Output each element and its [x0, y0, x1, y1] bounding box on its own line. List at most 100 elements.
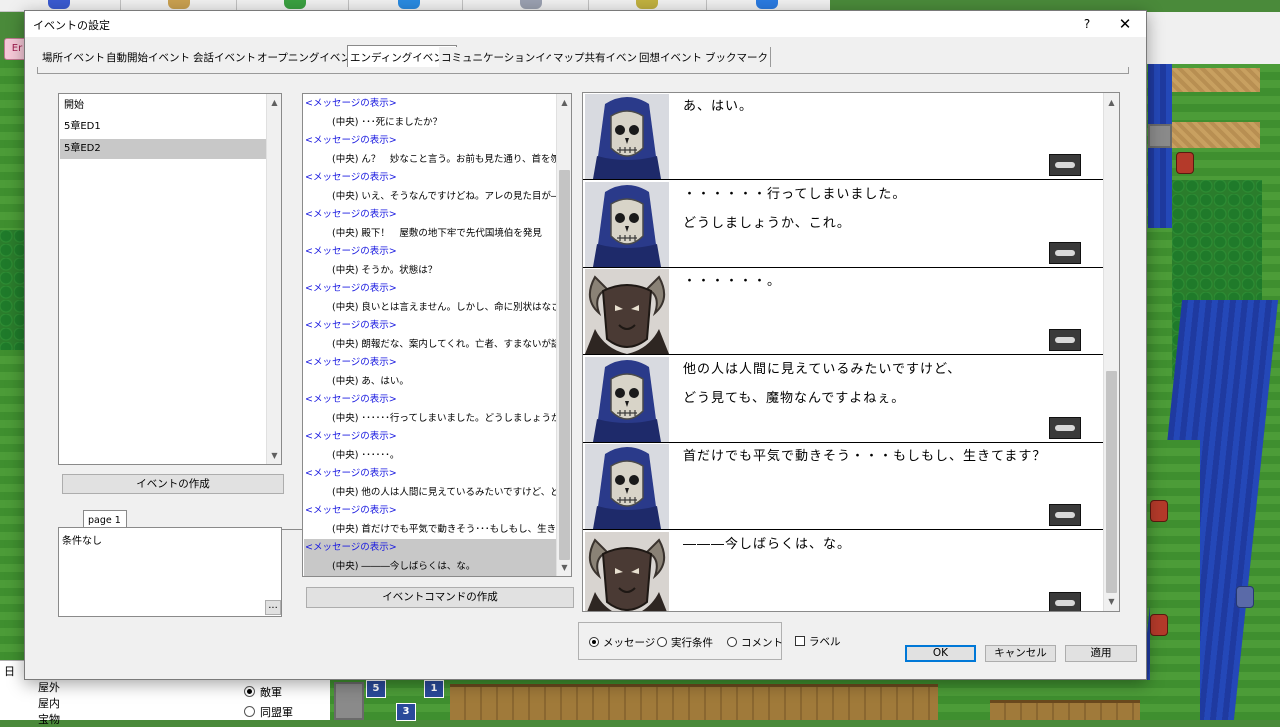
- ok-button[interactable]: OK: [905, 645, 976, 662]
- scrollbar-thumb[interactable]: [1106, 371, 1117, 593]
- command-line[interactable]: (中央) 殿下！ 屋敷の地下牢で先代国境伯を発見: [304, 225, 558, 244]
- toolbar-icon[interactable]: [398, 0, 420, 9]
- message-next-button[interactable]: [1049, 154, 1081, 176]
- command-line[interactable]: (中央) あ、はい。: [304, 373, 558, 392]
- command-line[interactable]: (中央) 首だけでも平気で動きそう･･･もしもし、生きて(: [304, 521, 558, 540]
- preview-scrollbar[interactable]: ▲ ▼: [1103, 93, 1119, 611]
- toolbar-icon[interactable]: [636, 0, 658, 9]
- side-radio-enemy[interactable]: [244, 686, 255, 697]
- side-radio-ally[interactable]: [244, 706, 255, 717]
- toolbar-icon[interactable]: [284, 0, 306, 9]
- preview-message: 首だけでも平気で動きそう・・・もしもし、生きてます？: [583, 443, 1104, 530]
- command-header[interactable]: <メッセージの表示>: [304, 502, 558, 521]
- radio-dot: [727, 637, 737, 647]
- command-header[interactable]: <メッセージの表示>: [304, 169, 558, 188]
- command-line[interactable]: (中央) 他の人は人間に見えているみたいですけど、ど: [304, 484, 558, 503]
- condition-box: 条件なし: [58, 527, 282, 617]
- message-next-button[interactable]: [1049, 241, 1081, 264]
- command-list-scrollbar[interactable]: ▲ ▼: [556, 94, 571, 576]
- command-line[interactable]: (中央) そうか。状態は？: [304, 262, 558, 281]
- command-header[interactable]: <メッセージの表示>: [304, 465, 558, 484]
- close-icon[interactable]: ✕: [1113, 12, 1137, 36]
- scroll-down-icon[interactable]: ▼: [267, 448, 281, 463]
- event-command-list: <メッセージの表示> (中央) ･･･死にましたか？ <メッセージの表示> (中央) …: [302, 93, 572, 577]
- tab-talk-event[interactable]: 会話イベント: [191, 47, 259, 69]
- horned-beast-face-icon: [585, 269, 669, 354]
- apply-button[interactable]: 適用: [1065, 645, 1137, 662]
- event-list-item[interactable]: 5章ED1: [60, 117, 266, 137]
- command-line[interactable]: (中央) いえ、そうなんですけどね。アレの見た目が――: [304, 188, 558, 207]
- tab-recollection-event[interactable]: 回想イベント: [637, 47, 705, 69]
- scroll-up-icon[interactable]: ▲: [1104, 95, 1119, 110]
- mode-radio-condition[interactable]: 実行条件: [657, 635, 713, 650]
- label-checkbox[interactable]: ラベル: [795, 634, 841, 649]
- tree-node[interactable]: 屋内: [38, 695, 60, 711]
- command-line[interactable]: (中央) 良いとは言えません。しかし、命に別状はなさそ: [304, 299, 558, 318]
- event-list-item[interactable]: 開始: [60, 96, 266, 116]
- toolbar-icon[interactable]: [756, 0, 778, 9]
- radio-dot: [657, 637, 667, 647]
- message-next-button[interactable]: [1049, 591, 1081, 611]
- message-text: ・・・・・・行ってしまいました。: [683, 186, 907, 202]
- event-list-item-selected[interactable]: 5章ED2: [60, 139, 266, 159]
- create-event-button[interactable]: イベントの作成: [62, 474, 284, 494]
- tab-map-shared-event[interactable]: マップ共有イベント: [551, 47, 651, 69]
- command-header[interactable]: <メッセージの表示>: [304, 539, 558, 558]
- command-header[interactable]: <メッセージの表示>: [304, 206, 558, 225]
- event-list-scrollbar[interactable]: ▲ ▼: [266, 94, 281, 464]
- command-header[interactable]: <メッセージの表示>: [304, 428, 558, 447]
- preview-message: ・・・・・・。: [583, 268, 1104, 355]
- command-header[interactable]: <メッセージの表示>: [304, 243, 558, 262]
- command-header[interactable]: <メッセージの表示>: [304, 132, 558, 151]
- preview-message: ・・・・・・行ってしまいました。 どうしましょうか、これ。: [583, 181, 1104, 268]
- toolbar-icon[interactable]: [48, 0, 70, 9]
- mode-radio-message[interactable]: メッセージ: [589, 635, 655, 650]
- map-marker[interactable]: 5: [366, 680, 386, 698]
- message-next-button[interactable]: [1049, 416, 1081, 439]
- face-portrait: [585, 181, 669, 267]
- command-header[interactable]: <メッセージの表示>: [304, 95, 558, 114]
- tab-bookmark[interactable]: ブックマーク: [703, 47, 771, 69]
- mode-radio-comment[interactable]: コメント: [727, 635, 783, 650]
- command-header[interactable]: <メッセージの表示>: [304, 317, 558, 336]
- tab-auto-start-event[interactable]: 自動開始イベント: [104, 47, 193, 69]
- checkbox-box: [795, 636, 805, 646]
- map-unit-enemy[interactable]: [1176, 152, 1194, 174]
- command-line[interactable]: (中央) ―――今しばらくは、な。: [304, 557, 558, 576]
- condition-edit-button[interactable]: ...: [265, 600, 281, 615]
- map-unit-enemy[interactable]: [1150, 614, 1168, 636]
- scrollbar-thumb[interactable]: [559, 170, 570, 560]
- command-line[interactable]: (中央) ･･････。: [304, 447, 558, 466]
- tab-location-event[interactable]: 場所イベント: [40, 47, 108, 69]
- skull-hood-face-icon: [585, 356, 669, 442]
- command-line[interactable]: (中央) ･･･死にましたか？: [304, 114, 558, 133]
- scroll-up-icon[interactable]: ▲: [557, 95, 571, 110]
- map-grass: [1150, 440, 1200, 720]
- scroll-down-icon[interactable]: ▼: [557, 560, 571, 575]
- tree-node[interactable]: 日: [4, 663, 15, 679]
- cancel-button[interactable]: キャンセル: [985, 645, 1056, 662]
- message-next-button[interactable]: [1049, 329, 1081, 351]
- help-icon[interactable]: ?: [1077, 12, 1097, 36]
- map-marker[interactable]: 1: [424, 680, 444, 698]
- map-marker[interactable]: 3: [396, 703, 416, 721]
- scroll-up-icon[interactable]: ▲: [267, 95, 281, 110]
- command-header[interactable]: <メッセージの表示>: [304, 280, 558, 299]
- toolbar-icon[interactable]: [168, 0, 190, 9]
- command-header[interactable]: <メッセージの表示>: [304, 391, 558, 410]
- message-next-button[interactable]: [1049, 504, 1081, 526]
- command-header[interactable]: <メッセージの表示>: [304, 354, 558, 373]
- tree-node[interactable]: 屋外: [38, 679, 60, 695]
- map-unit-enemy[interactable]: [1150, 500, 1168, 522]
- tree-node[interactable]: 宝物: [38, 711, 60, 727]
- map-unit-ally[interactable]: [1236, 586, 1254, 608]
- face-portrait: [585, 94, 669, 179]
- create-event-command-button[interactable]: イベントコマンドの作成: [306, 587, 574, 608]
- radio-label: メッセージ: [603, 637, 656, 649]
- toolbar-icon[interactable]: [520, 0, 542, 9]
- dialog-titlebar[interactable]: イベントの設定 ? ✕: [25, 11, 1146, 37]
- command-line[interactable]: (中央) ･･････行ってしまいました。どうしましょうか、これ: [304, 410, 558, 429]
- command-line[interactable]: (中央) 朗報だな、案内してくれ。亡者、すまないが話(: [304, 336, 558, 355]
- command-line[interactable]: (中央) ん？ 妙なこと言う。お前も見た通り、首を刎ね: [304, 151, 558, 170]
- scroll-down-icon[interactable]: ▼: [1104, 594, 1119, 609]
